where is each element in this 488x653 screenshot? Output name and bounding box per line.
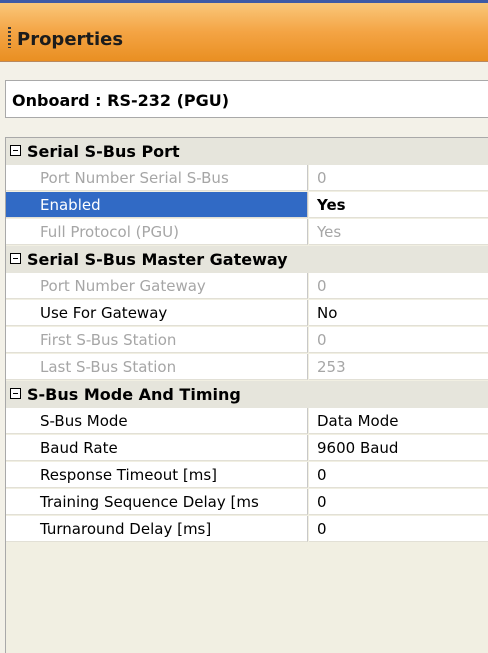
- properties-title-bar: Properties: [0, 3, 488, 62]
- property-row-port-number-gateway[interactable]: Port Number Gateway 0: [6, 273, 488, 300]
- object-selector-value: Onboard : RS-232 (PGU): [12, 91, 230, 110]
- property-name: Port Number Serial S-Bus: [6, 165, 308, 191]
- property-row-first-s-bus-station[interactable]: First S-Bus Station 0: [6, 327, 488, 354]
- category-label: Serial S-Bus Master Gateway: [27, 250, 288, 269]
- property-row-training-sequence-delay[interactable]: Training Sequence Delay [ms 0: [6, 489, 488, 516]
- property-row-use-for-gateway[interactable]: Use For Gateway No: [6, 300, 488, 327]
- property-value: 0: [309, 327, 488, 353]
- property-name: Training Sequence Delay [ms: [6, 489, 308, 515]
- property-value[interactable]: 0: [309, 462, 488, 488]
- collapse-icon[interactable]: [10, 388, 21, 399]
- category-serial-s-bus-master-gateway[interactable]: Serial S-Bus Master Gateway: [6, 246, 488, 273]
- property-row-turnaround-delay[interactable]: Turnaround Delay [ms] 0: [6, 516, 488, 543]
- property-row-enabled[interactable]: Enabled Yes: [6, 192, 488, 219]
- category-s-bus-mode-and-timing[interactable]: S-Bus Mode And Timing: [6, 381, 488, 408]
- property-name: Baud Rate: [6, 435, 308, 461]
- property-name: Last S-Bus Station: [6, 354, 308, 380]
- property-value[interactable]: Yes: [309, 192, 488, 218]
- property-value: 253: [309, 354, 488, 380]
- property-row-s-bus-mode[interactable]: S-Bus Mode Data Mode: [6, 408, 488, 435]
- category-label: S-Bus Mode And Timing: [27, 385, 241, 404]
- property-value[interactable]: Data Mode: [309, 408, 488, 434]
- property-row-port-number-serial-s-bus[interactable]: Port Number Serial S-Bus 0: [6, 165, 488, 192]
- property-name: First S-Bus Station: [6, 327, 308, 353]
- property-row-response-timeout[interactable]: Response Timeout [ms] 0: [6, 462, 488, 489]
- collapse-icon[interactable]: [10, 145, 21, 156]
- property-value: 0: [309, 165, 488, 191]
- category-serial-s-bus-port[interactable]: Serial S-Bus Port: [6, 138, 488, 165]
- property-value[interactable]: No: [309, 300, 488, 326]
- property-value: 0: [309, 273, 488, 299]
- object-selector[interactable]: Onboard : RS-232 (PGU): [5, 80, 488, 118]
- property-name: Use For Gateway: [6, 300, 308, 326]
- property-row-baud-rate[interactable]: Baud Rate 9600 Baud: [6, 435, 488, 462]
- property-value[interactable]: 0: [309, 516, 488, 542]
- property-name: S-Bus Mode: [6, 408, 308, 434]
- property-value[interactable]: 0: [309, 489, 488, 515]
- property-value: Yes: [309, 219, 488, 245]
- property-name: Port Number Gateway: [6, 273, 308, 299]
- property-row-last-s-bus-station[interactable]: Last S-Bus Station 253: [6, 354, 488, 381]
- property-name: Enabled: [6, 192, 308, 218]
- collapse-icon[interactable]: [10, 253, 21, 264]
- panel-title: Properties: [17, 29, 124, 50]
- property-name: Response Timeout [ms]: [6, 462, 308, 488]
- drag-grip-icon[interactable]: [8, 27, 11, 48]
- property-value[interactable]: 9600 Baud: [309, 435, 488, 461]
- category-label: Serial S-Bus Port: [27, 142, 180, 161]
- property-grid: Serial S-Bus Port Port Number Serial S-B…: [5, 137, 488, 653]
- property-name: Turnaround Delay [ms]: [6, 516, 308, 542]
- property-row-full-protocol-pgu[interactable]: Full Protocol (PGU) Yes: [6, 219, 488, 246]
- property-name: Full Protocol (PGU): [6, 219, 308, 245]
